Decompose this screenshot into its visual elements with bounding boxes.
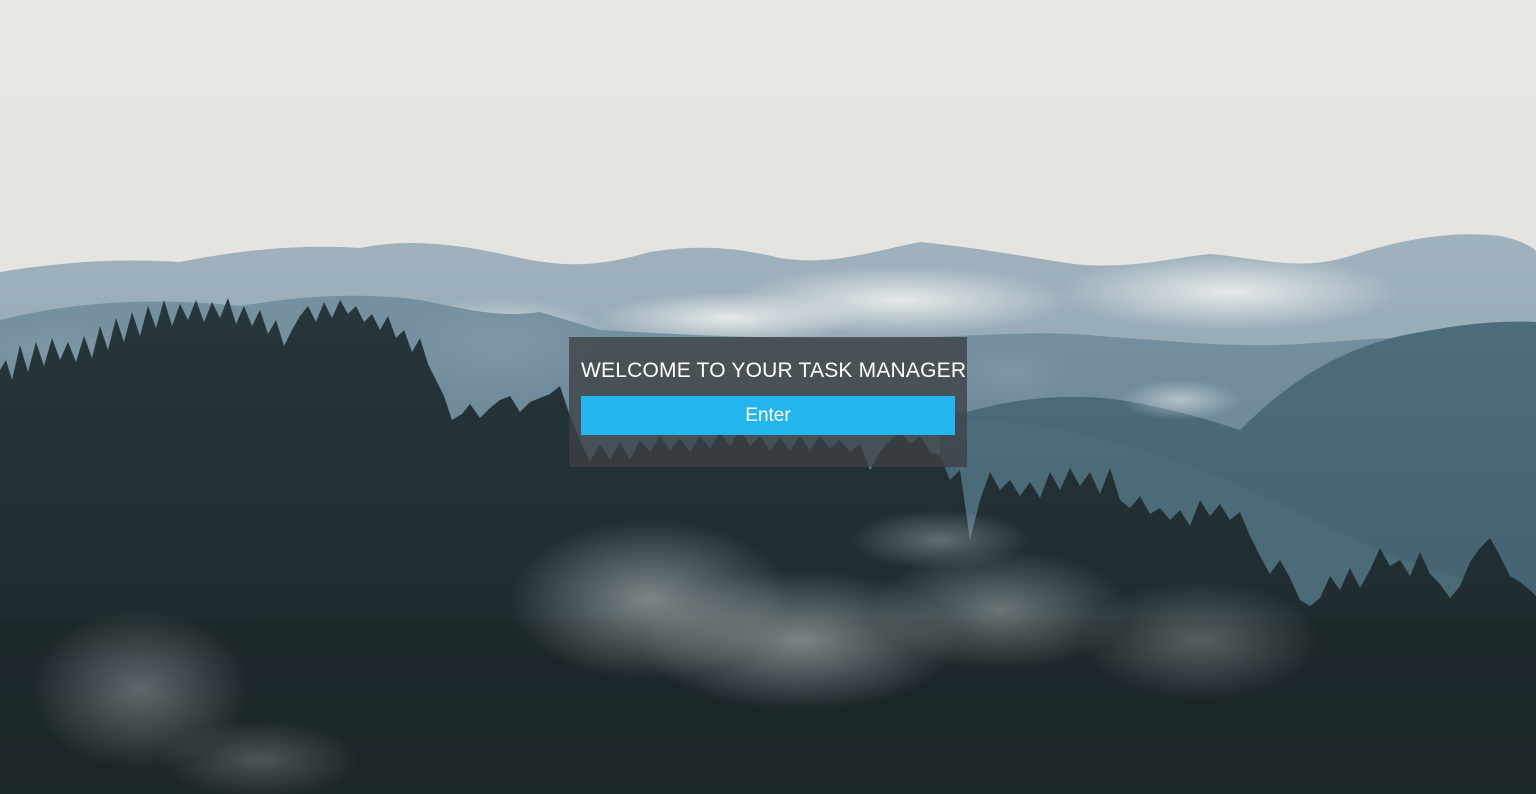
welcome-title: WELCOME TO YOUR TASK MANAGER bbox=[581, 359, 967, 382]
enter-button[interactable]: Enter bbox=[581, 396, 955, 435]
welcome-panel: WELCOME TO YOUR TASK MANAGER Enter bbox=[569, 337, 967, 467]
